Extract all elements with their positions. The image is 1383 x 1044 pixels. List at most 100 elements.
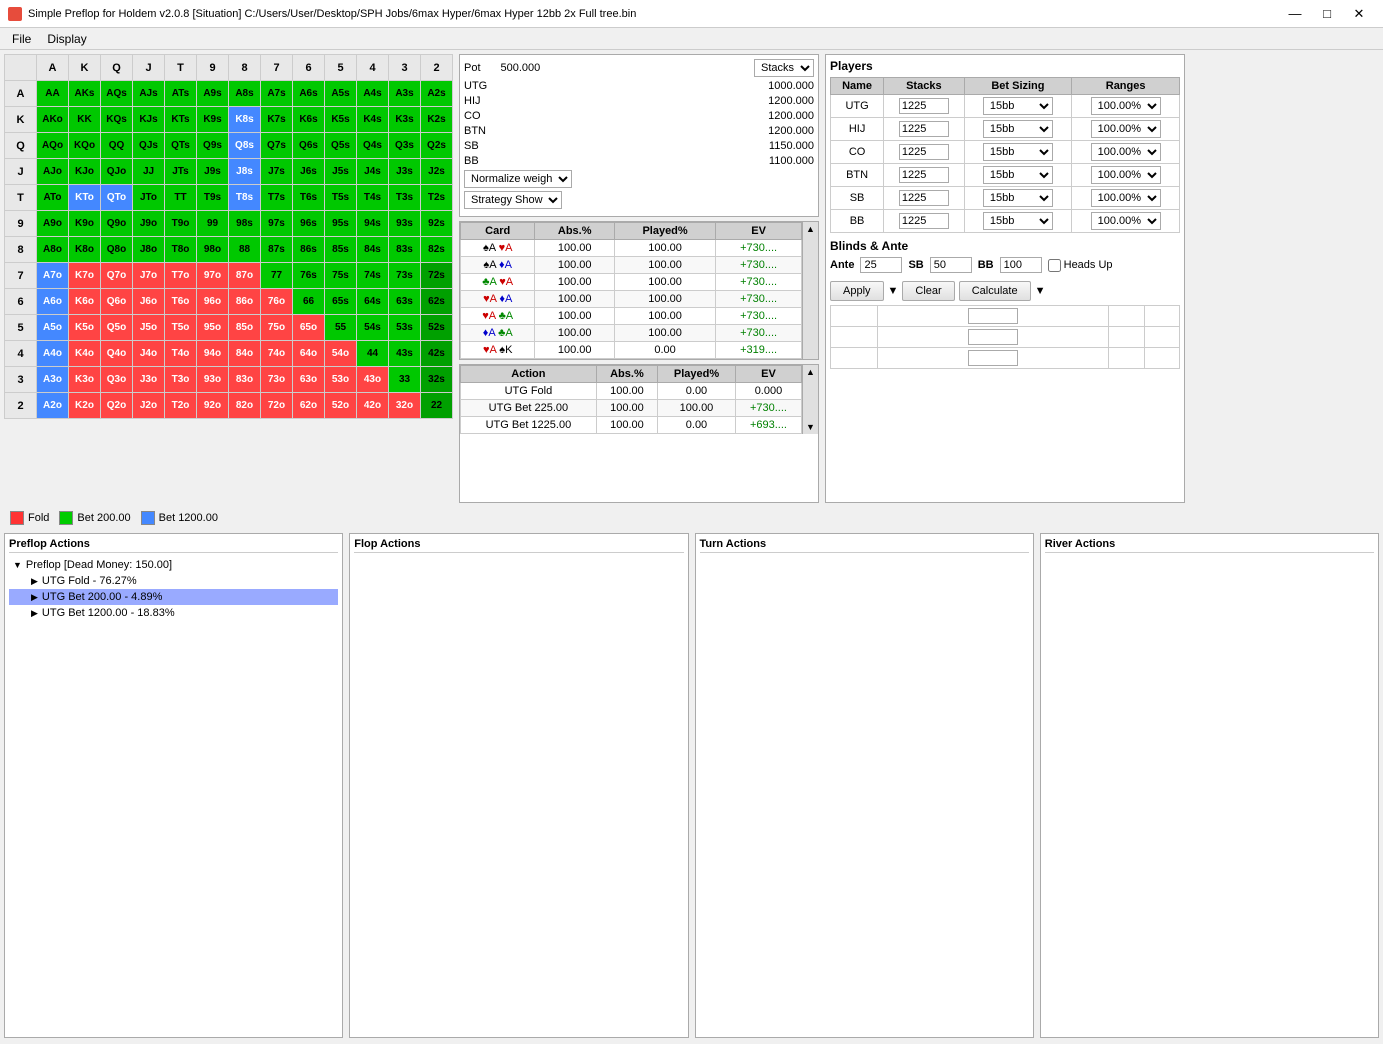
matrix-cell-A9s[interactable]: A9s xyxy=(197,81,229,107)
matrix-cell-QJo[interactable]: QJo xyxy=(101,159,133,185)
matrix-cell-JJ[interactable]: JJ xyxy=(133,159,165,185)
apply-button[interactable]: Apply xyxy=(830,281,884,301)
matrix-cell-62o[interactable]: 62o xyxy=(293,393,325,419)
player-bet-sizing-select-2[interactable]: 15bb xyxy=(983,143,1053,161)
matrix-cell-Q5o[interactable]: Q5o xyxy=(101,315,133,341)
matrix-cell-K6s[interactable]: K6s xyxy=(293,107,325,133)
matrix-cell-A7s[interactable]: A7s xyxy=(261,81,293,107)
matrix-cell-J5s[interactable]: J5s xyxy=(325,159,357,185)
matrix-cell-Q2o[interactable]: Q2o xyxy=(101,393,133,419)
matrix-cell-QTs[interactable]: QTs xyxy=(165,133,197,159)
matrix-cell-42s[interactable]: 42s xyxy=(421,341,453,367)
player-ranges-select-5[interactable]: 100.00% xyxy=(1091,212,1161,230)
actions-table-row[interactable]: UTG Bet 1225.00100.000.00+693.... xyxy=(461,417,802,434)
close-button[interactable]: ✕ xyxy=(1343,0,1375,28)
matrix-cell-74o[interactable]: 74o xyxy=(261,341,293,367)
heads-up-checkbox-label[interactable]: Heads Up xyxy=(1048,259,1113,272)
player-bet-sizing-select-1[interactable]: 15bb xyxy=(983,120,1053,138)
actions-table-row[interactable]: UTG Bet 225.00100.00100.00+730.... xyxy=(461,400,802,417)
matrix-cell-K3o[interactable]: K3o xyxy=(69,367,101,393)
matrix-cell-A6o[interactable]: A6o xyxy=(37,289,69,315)
matrix-cell-Q6s[interactable]: Q6s xyxy=(293,133,325,159)
cards-table-row[interactable]: ♦A ♣A100.00100.00+730.... xyxy=(461,325,802,342)
matrix-cell-98s[interactable]: 98s xyxy=(229,211,261,237)
menu-file[interactable]: File xyxy=(4,30,39,48)
matrix-cell-85o[interactable]: 85o xyxy=(229,315,261,341)
matrix-cell-K7s[interactable]: K7s xyxy=(261,107,293,133)
matrix-cell-65s[interactable]: 65s xyxy=(325,289,357,315)
player-stacks-input-4[interactable] xyxy=(899,190,949,206)
matrix-cell-42o[interactable]: 42o xyxy=(357,393,389,419)
matrix-cell-T9o[interactable]: T9o xyxy=(165,211,197,237)
matrix-cell-T7s[interactable]: T7s xyxy=(261,185,293,211)
matrix-cell-93o[interactable]: 93o xyxy=(197,367,229,393)
matrix-cell-A5o[interactable]: A5o xyxy=(37,315,69,341)
actions-scroll-up[interactable]: ▲ xyxy=(806,367,815,377)
matrix-cell-A5s[interactable]: A5s xyxy=(325,81,357,107)
player-stacks-input-2[interactable] xyxy=(899,144,949,160)
player-stacks-input-1[interactable] xyxy=(899,121,949,137)
cards-table-row[interactable]: ♠A ♥A100.00100.00+730.... xyxy=(461,240,802,257)
matrix-cell-85s[interactable]: 85s xyxy=(325,237,357,263)
matrix-cell-76o[interactable]: 76o xyxy=(261,289,293,315)
matrix-cell-JTs[interactable]: JTs xyxy=(165,159,197,185)
matrix-cell-J3o[interactable]: J3o xyxy=(133,367,165,393)
player-bet-sizing-select-4[interactable]: 15bb xyxy=(983,189,1053,207)
matrix-cell-63o[interactable]: 63o xyxy=(293,367,325,393)
matrix-cell-73s[interactable]: 73s xyxy=(389,263,421,289)
matrix-cell-QTo[interactable]: QTo xyxy=(101,185,133,211)
player-ranges-select-3[interactable]: 100.00% xyxy=(1091,166,1161,184)
player-stacks-input-5[interactable] xyxy=(899,213,949,229)
player-bet-sizing-select-0[interactable]: 15bb xyxy=(983,97,1053,115)
strategy-show-dropdown[interactable]: Strategy Show xyxy=(464,191,562,209)
matrix-cell-Q9s[interactable]: Q9s xyxy=(197,133,229,159)
calculate-button[interactable]: Calculate xyxy=(959,281,1031,301)
range-matrix[interactable]: AKQJT98765432 AAAAKsAQsAJsATsA9sA8sA7sA6… xyxy=(4,54,453,419)
matrix-cell-62s[interactable]: 62s xyxy=(421,289,453,315)
matrix-cell-55[interactable]: 55 xyxy=(325,315,357,341)
matrix-cell-J3s[interactable]: J3s xyxy=(389,159,421,185)
matrix-cell-43s[interactable]: 43s xyxy=(389,341,421,367)
matrix-cell-A8s[interactable]: A8s xyxy=(229,81,261,107)
matrix-cell-KJo[interactable]: KJo xyxy=(69,159,101,185)
player-stacks-input-0[interactable] xyxy=(899,98,949,114)
matrix-cell-63s[interactable]: 63s xyxy=(389,289,421,315)
matrix-cell-Q9o[interactable]: Q9o xyxy=(101,211,133,237)
matrix-cell-98o[interactable]: 98o xyxy=(197,237,229,263)
cards-table-row[interactable]: ♥A ♦A100.00100.00+730.... xyxy=(461,291,802,308)
matrix-cell-A8o[interactable]: A8o xyxy=(37,237,69,263)
matrix-cell-KTs[interactable]: KTs xyxy=(165,107,197,133)
preflop-fold-item[interactable]: ▶ UTG Fold - 76.27% xyxy=(9,573,338,589)
matrix-cell-75o[interactable]: 75o xyxy=(261,315,293,341)
matrix-cell-96s[interactable]: 96s xyxy=(293,211,325,237)
matrix-cell-32o[interactable]: 32o xyxy=(389,393,421,419)
matrix-cell-J2s[interactable]: J2s xyxy=(421,159,453,185)
cards-table-row[interactable]: ♠A ♦A100.00100.00+730.... xyxy=(461,257,802,274)
matrix-cell-94o[interactable]: 94o xyxy=(197,341,229,367)
extra-stack-3[interactable] xyxy=(968,350,1018,366)
matrix-cell-T6o[interactable]: T6o xyxy=(165,289,197,315)
matrix-cell-K9o[interactable]: K9o xyxy=(69,211,101,237)
matrix-cell-KK[interactable]: KK xyxy=(69,107,101,133)
cards-table-row[interactable]: ♣A ♥A100.00100.00+730.... xyxy=(461,274,802,291)
matrix-cell-Q5s[interactable]: Q5s xyxy=(325,133,357,159)
matrix-cell-82s[interactable]: 82s xyxy=(421,237,453,263)
matrix-cell-AA[interactable]: AA xyxy=(37,81,69,107)
matrix-cell-T8o[interactable]: T8o xyxy=(165,237,197,263)
matrix-cell-T9s[interactable]: T9s xyxy=(197,185,229,211)
matrix-cell-K5o[interactable]: K5o xyxy=(69,315,101,341)
matrix-cell-T4s[interactable]: T4s xyxy=(357,185,389,211)
matrix-cell-A3s[interactable]: A3s xyxy=(389,81,421,107)
matrix-cell-K2o[interactable]: K2o xyxy=(69,393,101,419)
matrix-cell-65o[interactable]: 65o xyxy=(293,315,325,341)
matrix-cell-22[interactable]: 22 xyxy=(421,393,453,419)
sb-blinds-input[interactable] xyxy=(930,257,972,273)
matrix-cell-T3o[interactable]: T3o xyxy=(165,367,197,393)
matrix-cell-T4o[interactable]: T4o xyxy=(165,341,197,367)
matrix-cell-J6o[interactable]: J6o xyxy=(133,289,165,315)
matrix-cell-84s[interactable]: 84s xyxy=(357,237,389,263)
clear-button[interactable]: Clear xyxy=(902,281,954,301)
heads-up-checkbox[interactable] xyxy=(1048,259,1061,272)
matrix-cell-J6s[interactable]: J6s xyxy=(293,159,325,185)
matrix-cell-88[interactable]: 88 xyxy=(229,237,261,263)
